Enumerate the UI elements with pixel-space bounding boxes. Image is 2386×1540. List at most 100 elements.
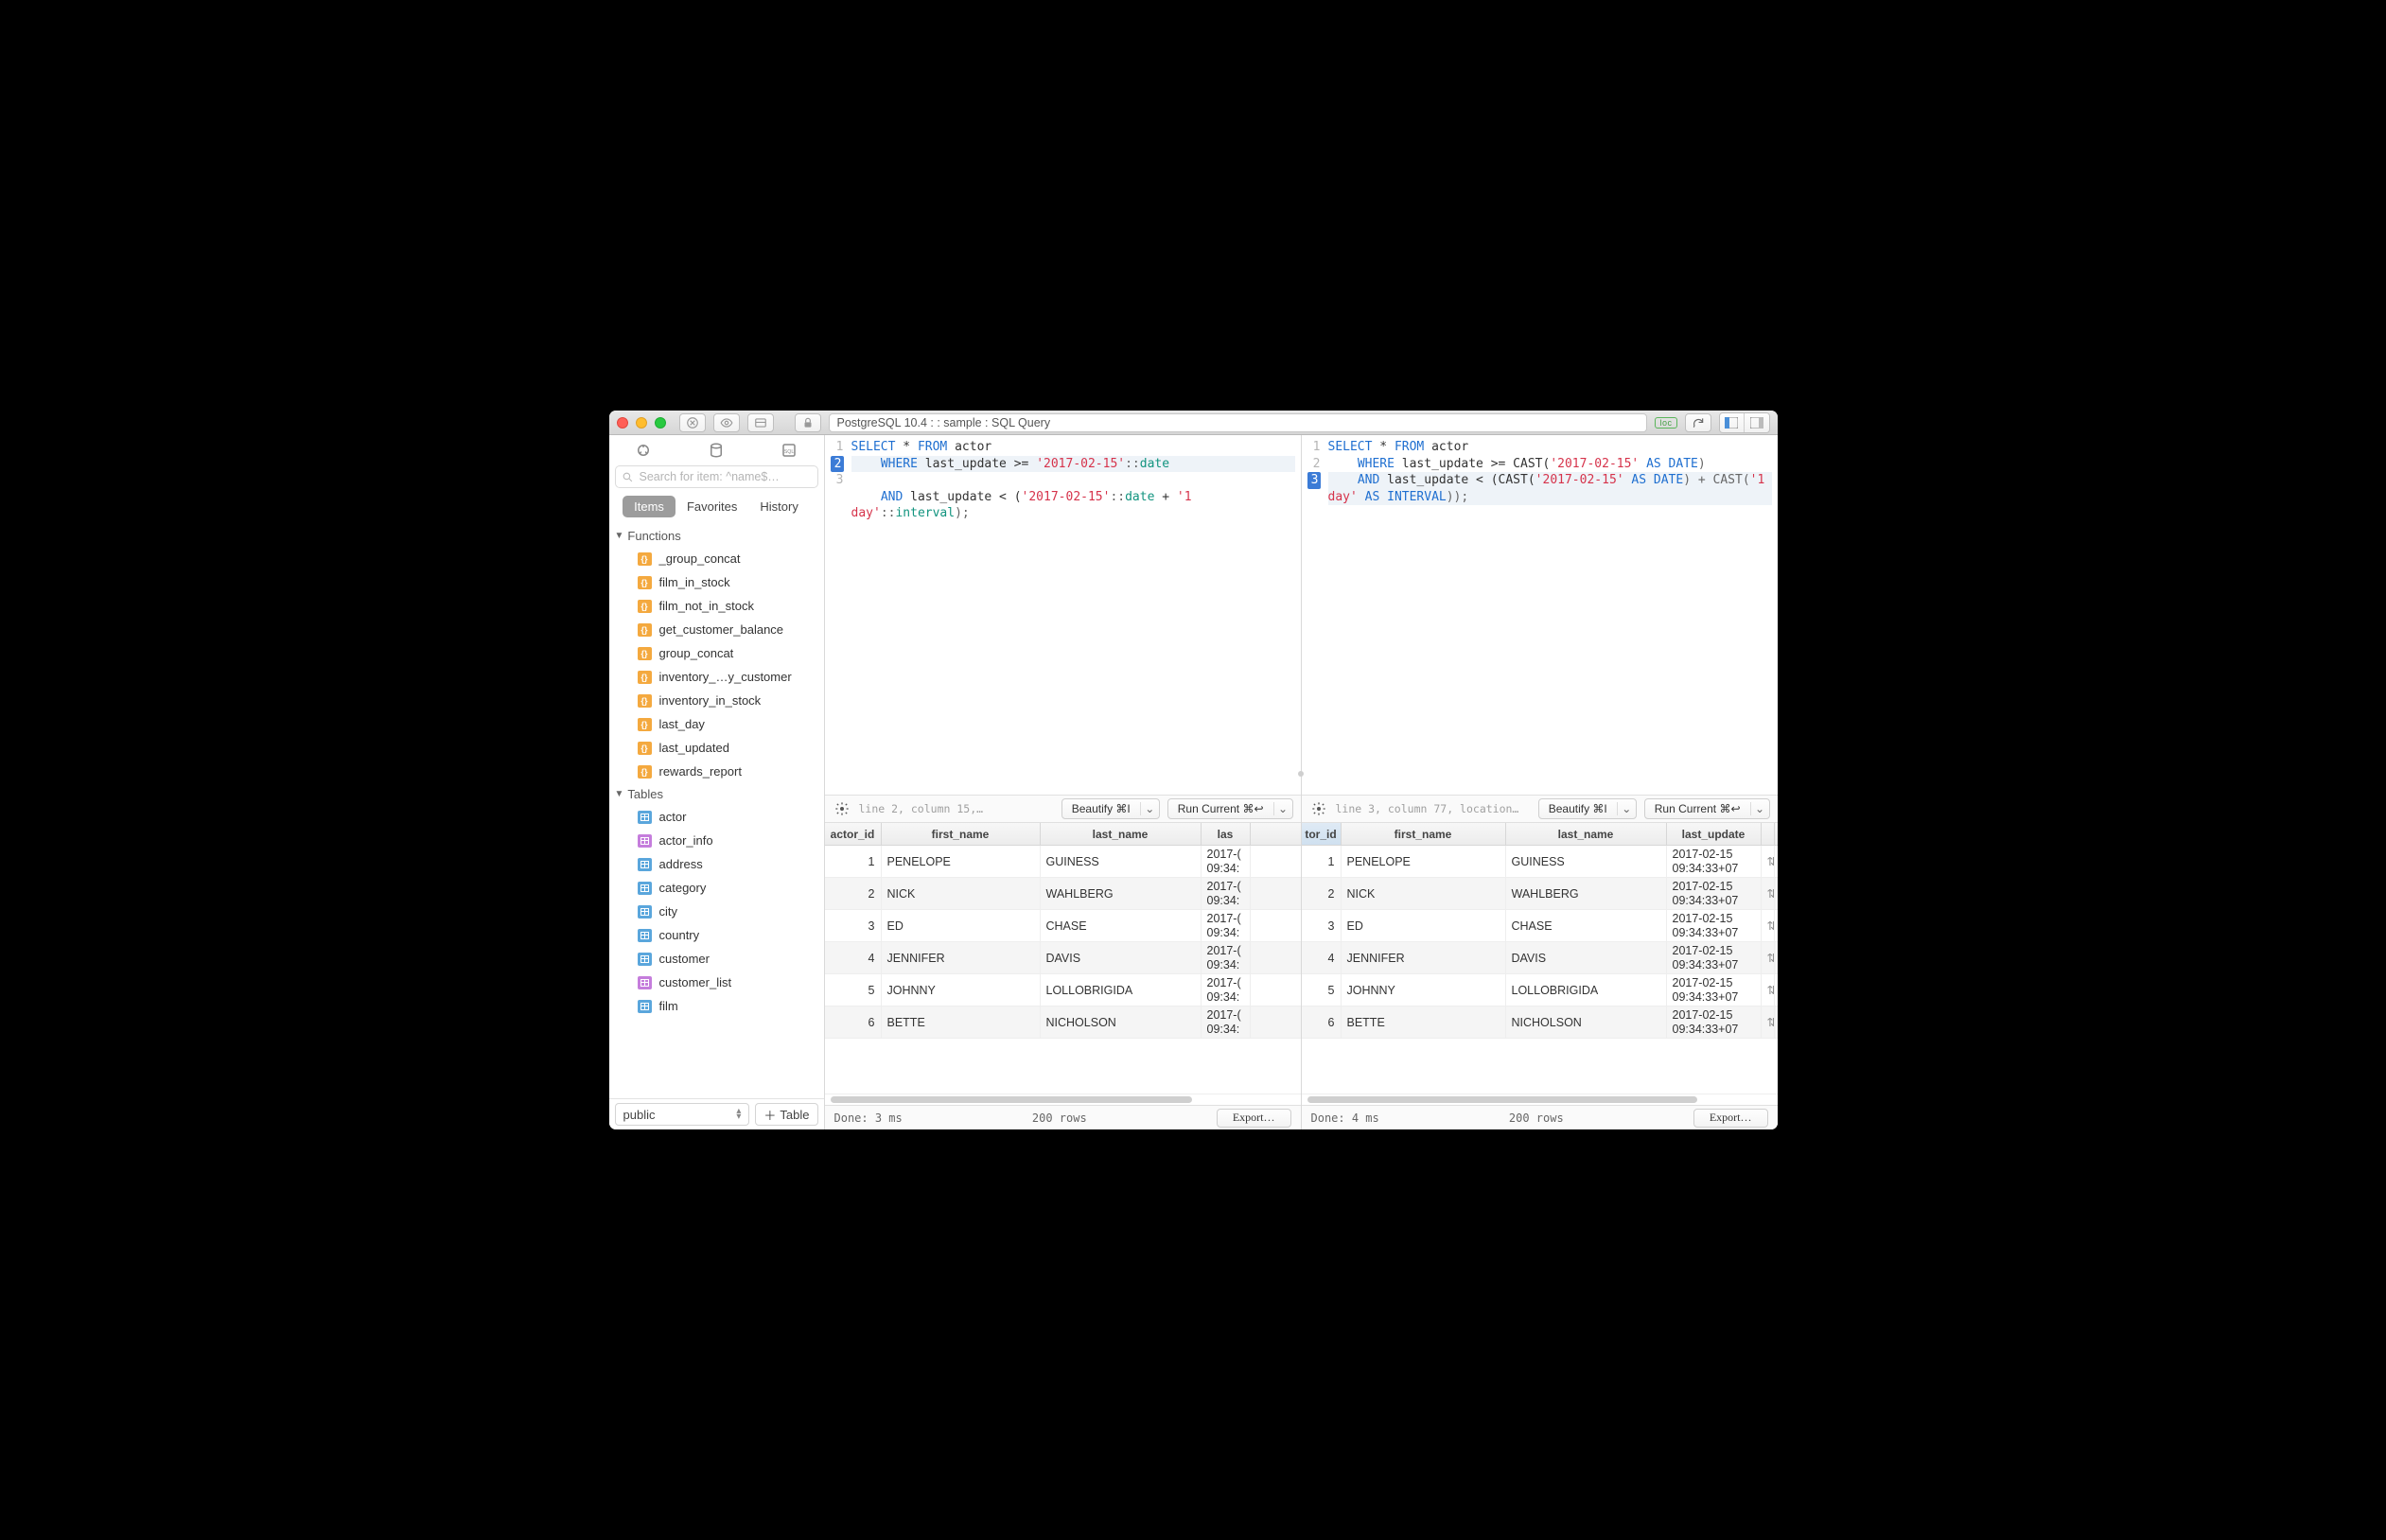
sidebar-item-function[interactable]: {}get_customer_balance — [609, 618, 824, 641]
table-icon — [638, 905, 652, 919]
table-row[interactable]: 2NICKWAHLBERG2017-02-1509:34:33+07⇅ — [1302, 878, 1778, 910]
col-last-name[interactable]: last_name — [1506, 823, 1667, 845]
right-panel-icon — [1750, 417, 1763, 429]
col-actor-id[interactable]: actor_id — [825, 823, 882, 845]
sidebar-search[interactable] — [615, 465, 818, 488]
tab-history[interactable]: History — [748, 496, 809, 517]
schema-select[interactable]: public ▴▾ — [615, 1103, 750, 1126]
lock-button[interactable] — [795, 413, 821, 432]
expand-icon[interactable]: ⇅ — [1762, 1006, 1775, 1038]
sidebar-item-table[interactable]: city — [609, 900, 824, 923]
sidebar-item-table[interactable]: film — [609, 994, 824, 1018]
sidebar-item-function[interactable]: {}film_not_in_stock — [609, 594, 824, 618]
connection-icon[interactable] — [634, 441, 653, 460]
table-row[interactable]: 3EDCHASE2017-02-1509:34:33+07⇅ — [1302, 910, 1778, 942]
sidebar-item-label: actor_info — [659, 833, 713, 848]
table-row[interactable]: 4JENNIFERDAVIS2017-02-1509:34:33+07⇅ — [1302, 942, 1778, 974]
chevron-down-icon[interactable]: ⌄ — [1750, 802, 1769, 815]
sql-editor-left[interactable]: 123 SELECT * FROM actor WHERE last_updat… — [825, 435, 1301, 795]
refresh-icon — [1692, 416, 1705, 429]
search-input[interactable] — [640, 470, 812, 483]
left-sidebar-toggle[interactable] — [1720, 413, 1745, 432]
sidebar-item-function[interactable]: {}last_day — [609, 712, 824, 736]
sidebar-item-table[interactable]: customer_list — [609, 971, 824, 994]
settings-button[interactable] — [1309, 799, 1328, 818]
table-row[interactable]: 6BETTENICHOLSON2017-(09:34: — [825, 1006, 1301, 1039]
right-sidebar-toggle[interactable] — [1745, 413, 1769, 432]
col-last-update[interactable]: last_update — [1667, 823, 1762, 845]
col-first-name[interactable]: first_name — [1342, 823, 1506, 845]
chevron-down-icon[interactable]: ⌄ — [1617, 802, 1636, 815]
table-row[interactable]: 2NICKWAHLBERG2017-(09:34: — [825, 878, 1301, 910]
h-scrollbar[interactable] — [825, 1094, 1301, 1105]
view-button[interactable] — [713, 413, 740, 432]
refresh-button[interactable] — [1685, 413, 1711, 432]
function-icon: {} — [638, 671, 652, 684]
tab-favorites[interactable]: Favorites — [675, 496, 748, 517]
grid-body[interactable]: 1PENELOPEGUINESS2017-02-1509:34:33+07⇅2N… — [1302, 846, 1778, 1094]
sidebar-item-table[interactable]: actor_info — [609, 829, 824, 852]
split-handle[interactable] — [1298, 771, 1304, 777]
action-bar-right: line 3, column 77, location… Beautify ⌘I… — [1302, 795, 1778, 823]
stop-button[interactable] — [679, 413, 706, 432]
beautify-button[interactable]: Beautify ⌘I⌄ — [1538, 798, 1637, 819]
sidebar-item-table[interactable]: customer — [609, 947, 824, 971]
view-icon — [638, 834, 652, 848]
expand-icon[interactable]: ⇅ — [1762, 974, 1775, 1006]
sidebar-item-label: group_concat — [659, 646, 734, 660]
sidebar-item-label: film_not_in_stock — [659, 599, 754, 613]
expand-icon[interactable]: ⇅ — [1762, 910, 1775, 941]
beautify-button[interactable]: Beautify ⌘I⌄ — [1061, 798, 1160, 819]
functions-header[interactable]: ▼Functions — [609, 525, 824, 547]
sidebar-item-function[interactable]: {}group_concat — [609, 641, 824, 665]
grid-body[interactable]: 1PENELOPEGUINESS2017-(09:34:2NICKWAHLBER… — [825, 846, 1301, 1094]
minimize-window-button[interactable] — [636, 417, 647, 429]
sql-editor-right[interactable]: 123 SELECT * FROM actor WHERE last_updat… — [1302, 435, 1778, 795]
col-actor-id[interactable]: tor_id — [1302, 823, 1342, 845]
col-last-update[interactable]: las — [1202, 823, 1251, 845]
sidebar-item-table[interactable]: country — [609, 923, 824, 947]
tab-items[interactable]: Items — [623, 496, 675, 517]
h-scrollbar[interactable] — [1302, 1094, 1778, 1105]
expand-icon[interactable]: ⇅ — [1762, 942, 1775, 973]
database-icon[interactable] — [707, 441, 726, 460]
chevron-down-icon[interactable]: ⌄ — [1140, 802, 1159, 815]
col-first-name[interactable]: first_name — [882, 823, 1041, 845]
rowcount-label: 200 rows — [903, 1111, 1217, 1125]
sidebar-item-table[interactable]: category — [609, 876, 824, 900]
sql-icon[interactable]: SQL — [780, 441, 798, 460]
expand-icon[interactable]: ⇅ — [1762, 878, 1775, 909]
table-row[interactable]: 5JOHNNYLOLLOBRIGIDA2017-(09:34: — [825, 974, 1301, 1006]
sidebar-item-function[interactable]: {}_group_concat — [609, 547, 824, 570]
sidebar-item-function[interactable]: {}last_updated — [609, 736, 824, 760]
expand-icon[interactable]: ⇅ — [1762, 846, 1775, 877]
table-icon — [638, 1000, 652, 1013]
table-row[interactable]: 4JENNIFERDAVIS2017-(09:34: — [825, 942, 1301, 974]
tables-header[interactable]: ▼Tables — [609, 783, 824, 805]
chevron-down-icon[interactable]: ⌄ — [1273, 802, 1292, 815]
zoom-window-button[interactable] — [655, 417, 666, 429]
sidebar-item-function[interactable]: {}rewards_report — [609, 760, 824, 783]
sidebar-item-table[interactable]: actor — [609, 805, 824, 829]
run-button[interactable]: Run Current ⌘↩⌄ — [1167, 798, 1293, 819]
add-table-button[interactable]: ＋Table — [755, 1103, 817, 1126]
title-field[interactable]: PostgreSQL 10.4 : : sample : SQL Query — [829, 413, 1648, 432]
export-button[interactable]: Export… — [1693, 1109, 1768, 1128]
sidebar-item-table[interactable]: address — [609, 852, 824, 876]
table-row[interactable]: 5JOHNNYLOLLOBRIGIDA2017-02-1509:34:33+07… — [1302, 974, 1778, 1006]
sidebar-item-function[interactable]: {}film_in_stock — [609, 570, 824, 594]
table-row[interactable]: 1PENELOPEGUINESS2017-02-1509:34:33+07⇅ — [1302, 846, 1778, 878]
panel-toggle-button[interactable] — [747, 413, 774, 432]
sidebar-item-function[interactable]: {}inventory_in_stock — [609, 689, 824, 712]
table-row[interactable]: 6BETTENICHOLSON2017-02-1509:34:33+07⇅ — [1302, 1006, 1778, 1039]
sidebar-item-function[interactable]: {}inventory_…y_customer — [609, 665, 824, 689]
code-right[interactable]: SELECT * FROM actor WHERE last_update >=… — [1325, 435, 1778, 795]
col-last-name[interactable]: last_name — [1041, 823, 1202, 845]
table-row[interactable]: 1PENELOPEGUINESS2017-(09:34: — [825, 846, 1301, 878]
table-row[interactable]: 3EDCHASE2017-(09:34: — [825, 910, 1301, 942]
export-button[interactable]: Export… — [1217, 1109, 1291, 1128]
run-button[interactable]: Run Current ⌘↩⌄ — [1644, 798, 1770, 819]
code-left[interactable]: SELECT * FROM actor WHERE last_update >=… — [848, 435, 1301, 795]
settings-button[interactable] — [833, 799, 851, 818]
close-window-button[interactable] — [617, 417, 628, 429]
